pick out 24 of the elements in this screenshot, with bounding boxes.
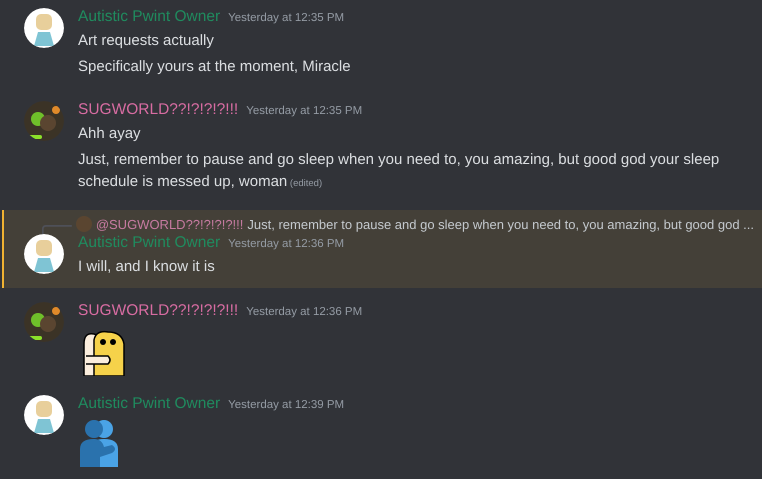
timestamp: Yesterday at 12:36 PM [228,238,344,250]
message-text: Specifically yours at the moment, Miracle [78,57,352,77]
author-name[interactable]: SUGWORLD??!?!?!?!!! [78,101,238,119]
timestamp: Yesterday at 12:35 PM [228,12,344,24]
avatar[interactable] [24,302,64,342]
reply-connector [42,224,72,236]
message-text: Ahh ayay [78,124,142,144]
timestamp: Yesterday at 12:39 PM [228,399,344,411]
message-text: Just, remember to pause and go sleep when you need to, you amazing, but good god your sleep schedule is messed up, woman (edited) [78,150,720,192]
timestamp: Yesterday at 12:36 PM [246,306,362,318]
edited-label: (edited) [288,178,322,189]
message-text: Art requests actually [78,31,215,51]
author-name[interactable]: Autistic Pwint Owner [78,8,220,26]
avatar[interactable] [24,101,64,141]
reply-preview[interactable]: Just, remember to pause and go sleep when you need to, you amazing, but good god ... [247,216,754,232]
author-name[interactable]: Autistic Pwint Owner [78,234,220,252]
author-name[interactable]: SUGWORLD??!?!?!?!!! [78,302,238,320]
avatar[interactable] [24,8,64,48]
reply-mention[interactable]: @SUGWORLD??!?!?!?!!! [96,216,244,232]
timestamp: Yesterday at 12:35 PM [246,105,362,117]
avatar[interactable] [24,234,64,274]
message-text: I will, and I know it is [78,257,216,277]
author-name[interactable]: Autistic Pwint Owner [78,395,220,413]
avatar[interactable] [24,395,64,435]
